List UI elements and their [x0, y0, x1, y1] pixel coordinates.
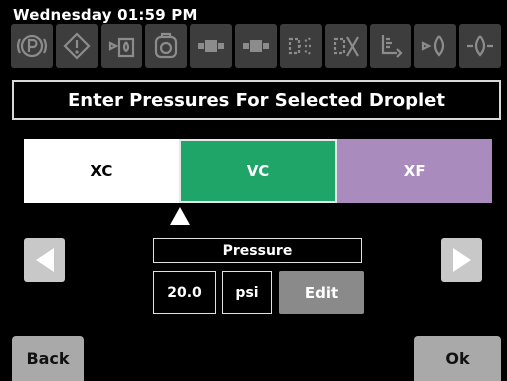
selection-pointer-icon: [170, 207, 190, 225]
warning-icon: [63, 32, 91, 60]
nozzle-off-button[interactable]: [324, 24, 367, 68]
pressure-unit: psi: [222, 271, 272, 314]
page-title: Enter Pressures For Selected Droplet: [12, 80, 501, 120]
flow-droplet-icon: [422, 35, 445, 57]
droplet-sensor-icon: [467, 35, 494, 57]
tank-level-icon: [382, 35, 403, 58]
arrow-left-icon: [35, 248, 54, 272]
ok-button[interactable]: Ok: [414, 336, 501, 381]
pump-icon: [155, 32, 178, 59]
toolbar: [11, 24, 501, 68]
arrow-right-icon: [452, 248, 471, 272]
droplet-selector: XC VC XF: [24, 139, 493, 203]
boom-section-button[interactable]: [235, 24, 277, 68]
flow-droplet-button[interactable]: [414, 24, 457, 68]
boom-button[interactable]: [190, 24, 233, 68]
valve-droplet-button[interactable]: [100, 24, 143, 68]
tank-level-button[interactable]: [369, 24, 412, 68]
edit-button[interactable]: Edit: [279, 271, 364, 314]
boom-section-icon: [242, 40, 269, 52]
datetime-display: Wednesday 01:59 PM: [13, 6, 198, 24]
droplet-xc-button[interactable]: XC: [24, 139, 179, 203]
nozzle-spray-button[interactable]: [279, 24, 322, 68]
droplet-sensor-button[interactable]: [459, 24, 501, 68]
nozzle-off-icon: [333, 36, 359, 57]
valve-droplet-icon: [108, 37, 134, 58]
pump-button[interactable]: [145, 24, 188, 68]
boom-icon: [198, 40, 225, 52]
warning-button[interactable]: [55, 24, 98, 68]
previous-button[interactable]: [24, 238, 65, 282]
parking-icon: [17, 34, 47, 58]
droplet-vc-button[interactable]: VC: [178, 139, 338, 203]
pressure-value: 20.0: [153, 271, 216, 314]
pressure-label: Pressure: [153, 238, 362, 263]
parking-button[interactable]: [11, 24, 53, 68]
nozzle-spray-icon: [288, 37, 312, 55]
next-button[interactable]: [441, 238, 482, 282]
droplet-xf-button[interactable]: XF: [337, 139, 493, 203]
back-button[interactable]: Back: [12, 336, 84, 381]
